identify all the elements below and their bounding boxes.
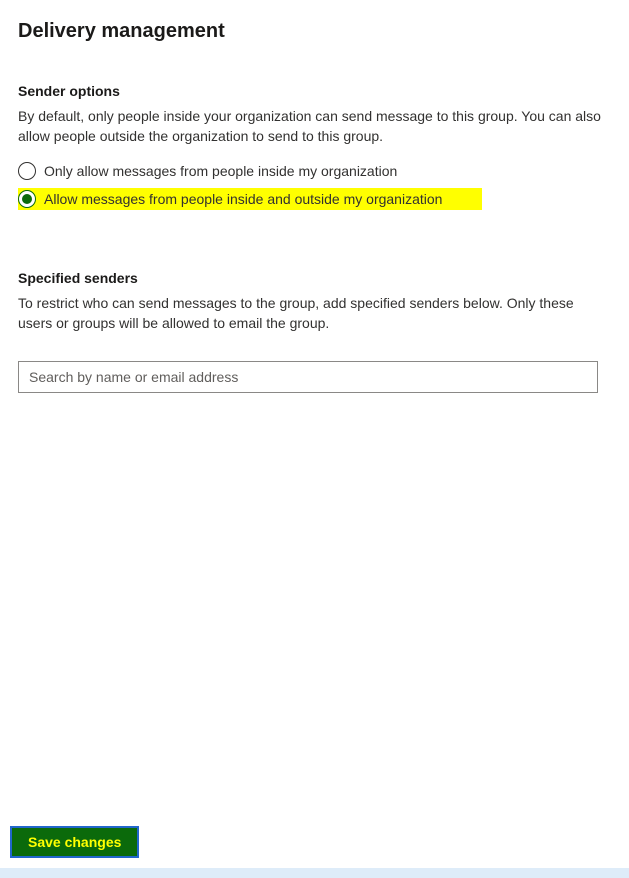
specified-senders-search-input[interactable] [18, 361, 598, 393]
radio-unselected-icon [18, 162, 36, 180]
bottom-strip [0, 868, 629, 878]
radio-inside-only-label: Only allow messages from people inside m… [44, 163, 397, 179]
sender-options-heading: Sender options [18, 83, 611, 99]
radio-inside-only[interactable]: Only allow messages from people inside m… [18, 160, 611, 182]
save-changes-button[interactable]: Save changes [10, 826, 139, 858]
specified-senders-heading: Specified senders [18, 270, 611, 286]
radio-inside-outside[interactable]: Allow messages from people inside and ou… [18, 188, 482, 210]
radio-dot-icon [22, 194, 32, 204]
specified-senders-description: To restrict who can send messages to the… [18, 294, 611, 333]
sender-options-section: Sender options By default, only people i… [18, 83, 611, 210]
page-title: Delivery management [18, 20, 611, 43]
radio-selected-icon [18, 190, 36, 208]
radio-inside-outside-label: Allow messages from people inside and ou… [44, 191, 442, 207]
footer: Save changes [0, 826, 629, 878]
sender-options-radio-group: Only allow messages from people inside m… [18, 160, 611, 210]
specified-senders-section: Specified senders To restrict who can se… [18, 270, 611, 393]
sender-options-description: By default, only people inside your orga… [18, 107, 611, 146]
